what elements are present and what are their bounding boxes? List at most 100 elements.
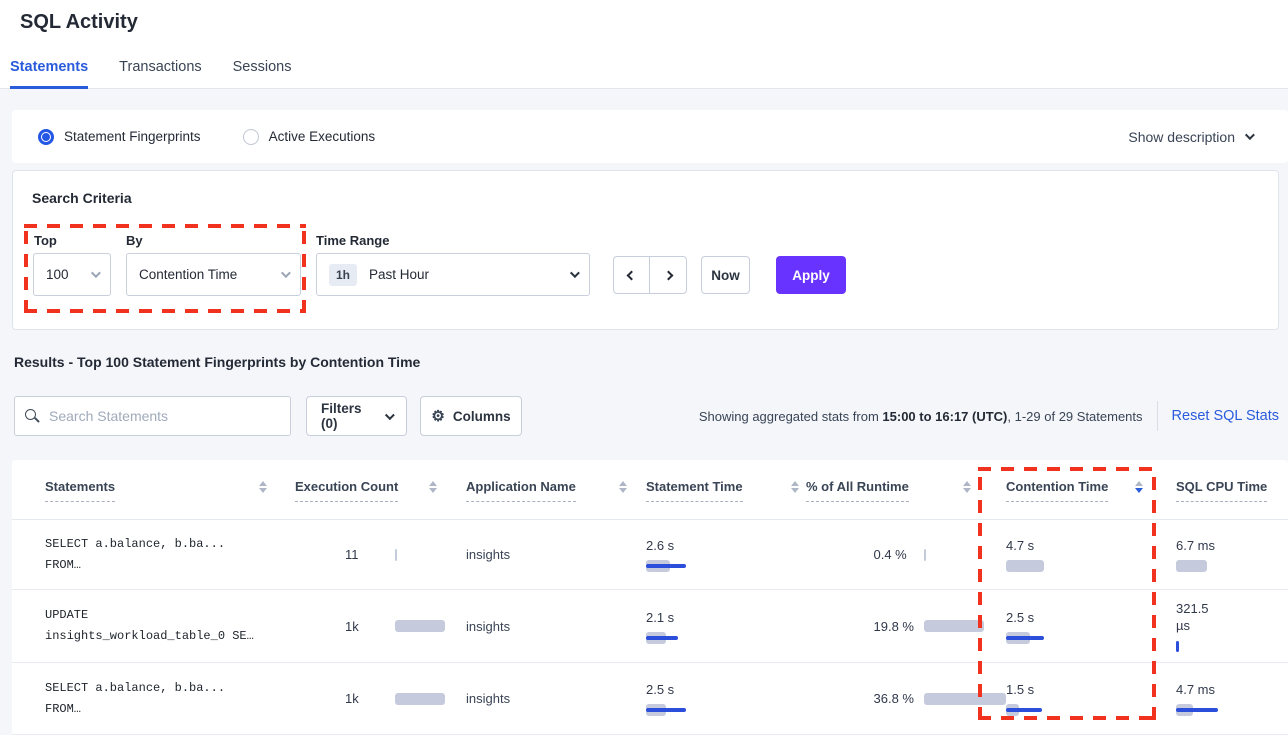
radio-active-executions[interactable]: Active Executions (243, 129, 376, 145)
radio-selected-icon[interactable] (38, 129, 54, 145)
time-nav-group (613, 256, 687, 294)
time-range-badge: 1h (329, 264, 357, 286)
statement-fingerprint-link[interactable]: UPDATE insights_workload_table_0 SE… (45, 590, 285, 662)
table-row: SELECT a.balance, b.ba... FROM… 11 insig… (12, 520, 1288, 590)
time-range-label: Time Range (316, 233, 389, 248)
filters-button[interactable]: Filters (0) (306, 396, 407, 436)
radio-statement-fingerprints[interactable]: Statement Fingerprints (38, 129, 201, 145)
columns-label: Columns (453, 409, 511, 424)
sort-icon[interactable] (259, 481, 267, 499)
top-select[interactable]: 100 (33, 253, 111, 296)
sql-cpu-time-bar (1176, 704, 1276, 716)
search-icon (25, 409, 40, 424)
search-statements-box[interactable] (14, 396, 291, 436)
contention-time-bar (1006, 632, 1106, 644)
search-statements-input[interactable] (49, 408, 280, 424)
header-contention-time[interactable]: Contention Time (1006, 460, 1143, 520)
by-select[interactable]: Contention Time (126, 253, 301, 296)
statement-time-cell: 2.5 s (646, 663, 786, 734)
now-button[interactable]: Now (701, 256, 750, 294)
statement-time-bar (646, 560, 746, 572)
statements-table: Statements Execution Count Application N… (12, 460, 1288, 735)
contention-time-cell: 4.7 s (1006, 520, 1156, 589)
page-header: SQL Activity Statements Transactions Ses… (0, 0, 1288, 89)
results-heading: Results - Top 100 Statement Fingerprints… (14, 354, 420, 370)
tab-sessions[interactable]: Sessions (233, 59, 292, 89)
chevron-down-icon (570, 268, 580, 278)
tab-bar: Statements Transactions Sessions (10, 59, 291, 89)
contention-time-bar (1006, 704, 1106, 716)
radio-label[interactable]: Active Executions (269, 129, 376, 144)
statement-fingerprint-link[interactable]: SELECT a.balance, b.ba... FROM… (45, 663, 285, 734)
statement-time-cell: 2.6 s (646, 520, 786, 589)
filters-label: Filters (0) (321, 401, 377, 431)
contention-time-bar (1006, 560, 1106, 572)
show-description-label[interactable]: Show description (1128, 129, 1235, 145)
table-row: UPDATE insights_workload_table_0 SE… 1k … (12, 590, 1288, 663)
sql-cpu-time-cell: 6.7 ms (1176, 520, 1284, 589)
sql-cpu-time-cell: 4.7 ms (1176, 663, 1284, 734)
time-forward-button[interactable] (650, 257, 686, 293)
by-select-value: Contention Time (139, 267, 237, 282)
table-header-row: Statements Execution Count Application N… (12, 460, 1288, 520)
percent-runtime-cell: 36.8 % (806, 663, 991, 734)
view-toggle-bar: Statement Fingerprints Active Executions… (12, 110, 1288, 163)
search-criteria-card: Search Criteria Top 100 By Contention Ti… (12, 170, 1279, 330)
by-label: By (126, 233, 143, 248)
header-execution-count[interactable]: Execution Count (295, 460, 437, 520)
sql-activity-page: SQL Activity Statements Transactions Ses… (0, 0, 1288, 735)
radio-label[interactable]: Statement Fingerprints (64, 129, 201, 144)
application-name-cell: insights (466, 520, 626, 589)
show-description-toggle[interactable]: Show description (1128, 129, 1252, 145)
contention-time-cell: 2.5 s (1006, 590, 1156, 662)
table-row: SELECT a.balance, b.ba... FROM… 1k insig… (12, 663, 1288, 735)
statement-time-bar (646, 704, 746, 716)
statement-time-bar (646, 632, 746, 644)
chevron-down-icon (281, 268, 291, 278)
time-range-select[interactable]: 1h Past Hour (316, 253, 590, 296)
chevron-right-icon (663, 270, 673, 280)
stats-time-range: 15:00 to 16:17 (UTC) (882, 409, 1007, 424)
tab-statements[interactable]: Statements (10, 59, 88, 89)
sort-icon[interactable] (429, 481, 437, 499)
application-name-cell: insights (466, 663, 626, 734)
sort-icon[interactable] (619, 481, 627, 499)
radio-unselected-icon[interactable] (243, 129, 259, 145)
gear-icon: ⚙ (431, 409, 444, 424)
chevron-down-icon (1245, 130, 1255, 140)
search-criteria-heading: Search Criteria (32, 190, 132, 206)
divider (1157, 401, 1158, 431)
sql-cpu-time-bar (1176, 640, 1276, 652)
top-label: Top (34, 233, 57, 248)
tab-transactions[interactable]: Transactions (119, 59, 201, 89)
sort-icon-active-desc[interactable] (1135, 481, 1143, 499)
chevron-down-icon (91, 268, 101, 278)
header-percent-runtime[interactable]: % of All Runtime (806, 460, 971, 520)
statement-time-cell: 2.1 s (646, 590, 786, 662)
execution-count-cell: 1k (295, 663, 445, 734)
sort-icon[interactable] (791, 481, 799, 499)
chevron-down-icon (385, 410, 395, 420)
application-name-cell: insights (466, 590, 626, 662)
percent-runtime-cell: 0.4 % (806, 520, 991, 589)
page-title: SQL Activity (20, 11, 138, 34)
top-select-value: 100 (46, 267, 69, 282)
sort-icon[interactable] (963, 481, 971, 499)
apply-button[interactable]: Apply (776, 256, 846, 294)
sql-cpu-time-cell: 321.5 µs (1176, 590, 1284, 662)
stats-text: Showing aggregated stats from 15:00 to 1… (699, 409, 1143, 424)
contention-time-cell: 1.5 s (1006, 663, 1156, 734)
reset-sql-stats-link[interactable]: Reset SQL Stats (1172, 408, 1279, 424)
sql-cpu-time-bar (1176, 560, 1276, 572)
execution-count-cell: 11 (295, 520, 445, 589)
header-statement-time[interactable]: Statement Time (646, 460, 799, 520)
columns-button[interactable]: ⚙ Columns (420, 396, 522, 436)
header-sql-cpu-time[interactable]: SQL CPU Time (1176, 460, 1286, 520)
stats-bar: Showing aggregated stats from 15:00 to 1… (660, 396, 1279, 436)
header-statements[interactable]: Statements (45, 460, 267, 520)
time-back-button[interactable] (614, 257, 650, 293)
statement-fingerprint-link[interactable]: SELECT a.balance, b.ba... FROM… (45, 520, 285, 589)
header-application-name[interactable]: Application Name (466, 460, 627, 520)
chevron-left-icon (627, 270, 637, 280)
execution-count-cell: 1k (295, 590, 445, 662)
